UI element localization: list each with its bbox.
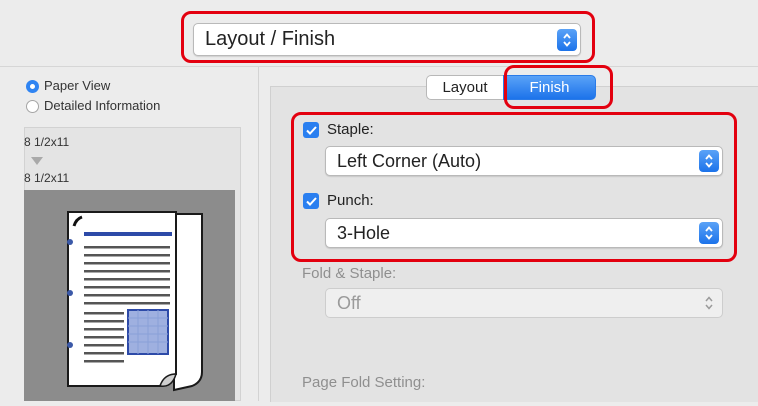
tab-bar: Layout Finish bbox=[426, 75, 596, 100]
radio-detailed-information-label: Detailed Information bbox=[44, 98, 161, 113]
punch-select[interactable]: 3-Hole bbox=[325, 218, 723, 248]
tab-layout[interactable]: Layout bbox=[426, 75, 503, 100]
down-arrow-icon bbox=[31, 153, 43, 171]
document-preview-icon bbox=[67, 211, 203, 392]
fold-staple-arrows-icon bbox=[699, 292, 719, 314]
fold-staple-select[interactable]: Off bbox=[325, 288, 723, 318]
radio-paper-view[interactable] bbox=[26, 80, 39, 93]
paper-size-source: 8 1/2x11 bbox=[24, 135, 70, 149]
print-options-popup[interactable]: Layout / Finish bbox=[193, 23, 581, 56]
punch-checkbox[interactable] bbox=[303, 193, 319, 209]
fold-staple-label: Fold & Staple: bbox=[302, 265, 397, 282]
staple-arrows-icon bbox=[699, 150, 719, 172]
staple-label: Staple: bbox=[327, 121, 374, 138]
punch-label: Punch: bbox=[327, 192, 374, 209]
radio-paper-view-label: Paper View bbox=[44, 78, 111, 93]
popup-arrows-icon bbox=[557, 28, 577, 51]
preview-area bbox=[24, 190, 235, 401]
punch-value: 3-Hole bbox=[337, 222, 391, 243]
staple-checkbox[interactable] bbox=[303, 122, 319, 138]
staple-select[interactable]: Left Corner (Auto) bbox=[325, 146, 723, 176]
staple-value: Left Corner (Auto) bbox=[337, 150, 482, 171]
radio-detailed-information[interactable] bbox=[26, 100, 39, 113]
paper-size-output: 8 1/2x11 bbox=[24, 171, 70, 185]
page-fold-setting-label: Page Fold Setting: bbox=[302, 374, 426, 391]
print-options-value: Layout / Finish bbox=[205, 28, 336, 50]
fold-staple-value: Off bbox=[337, 292, 361, 313]
punch-arrows-icon bbox=[699, 222, 719, 244]
tab-finish[interactable]: Finish bbox=[503, 75, 596, 100]
